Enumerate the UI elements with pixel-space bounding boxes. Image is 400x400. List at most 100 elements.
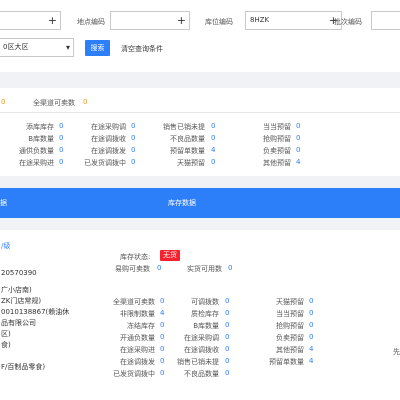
stat-value: 0 <box>296 146 301 154</box>
stat-value: 0 <box>211 158 216 166</box>
batch-code-input[interactable] <box>371 11 400 30</box>
warehouse-code-value: 8HZK <box>250 16 270 24</box>
stat-value: 0 <box>296 134 301 142</box>
saleable-label: 易购可卖数 <box>115 265 150 273</box>
detail-stat-label: 天猫预留 <box>276 298 304 306</box>
stat-value: 0 <box>59 134 64 142</box>
stat-value: 0 <box>59 146 64 154</box>
tab-inventory-data[interactable]: 库存数据 <box>168 188 196 218</box>
stock-status-badge: 无货 <box>160 250 180 261</box>
region-select[interactable]: 0区大区 ▾ <box>0 38 74 57</box>
detail-stat-value: 0 <box>309 333 314 341</box>
site-code-label: 地点编码 <box>77 18 105 26</box>
detail-stat-value: 0 <box>309 297 314 305</box>
detail-stat-label: 全渠道可卖数 <box>113 298 155 306</box>
detail-stat-label: 在途采购调 <box>184 334 219 342</box>
stat-label: 在途调拨发 <box>91 147 126 155</box>
detail-stat-label: 销售已销未提 <box>177 358 219 366</box>
detail-panel: /级 20570390 库存状态: 无货 易购可卖数 0 实货可用数 0 广小店… <box>0 230 400 400</box>
divider <box>0 112 400 113</box>
stat-value: 0 <box>131 158 136 166</box>
detail-stat-value: 4 <box>160 309 165 317</box>
stat-value: 0 <box>131 122 136 130</box>
stat-value: 0 <box>59 158 64 166</box>
stat-value: 0 <box>211 134 216 142</box>
stat-label: 抢购预留 <box>263 135 291 143</box>
clear-filters-link[interactable]: 清空查询条件 <box>121 44 163 54</box>
detail-stat-label: 当当预留 <box>276 310 304 318</box>
detail-stat-label: 已发货调拨中 <box>113 370 155 378</box>
stat-label: 在途采购进 <box>19 159 54 167</box>
stat-value: 4 <box>296 158 301 166</box>
detail-stat-value: 0 <box>225 297 230 305</box>
stat-value: 0 <box>211 122 216 130</box>
detail-stat-value: 0 <box>160 369 165 377</box>
stat-value: 0 <box>296 122 301 130</box>
detail-stat-value: 0 <box>225 309 230 317</box>
category-link[interactable]: /级 <box>1 241 10 251</box>
all-channel-value: 0 <box>83 98 88 106</box>
stat-label: 已发货调拨中 <box>84 159 126 167</box>
chevron-down-icon: ▾ <box>65 43 70 52</box>
detail-stat-value: 0 <box>160 321 165 329</box>
detail-stat-label: 负卖预留 <box>276 334 304 342</box>
detail-stat-value: 4 <box>309 357 314 365</box>
stat-label: 在途调拨收 <box>91 135 126 143</box>
detail-stat-value: 0 <box>225 333 230 341</box>
detail-stat-value: 0 <box>225 345 230 353</box>
detail-info-line: F/百制品零食) <box>1 363 46 371</box>
detail-info-line: 品有限公司 <box>1 319 36 327</box>
detail-stat-label: 非限制数量 <box>120 310 155 318</box>
stats-panel: 0 全渠道可卖数 0 添库库存 0 在途采购调 0 销售已销未提 0 当当预留 0 B库数量 0 在… <box>0 88 400 176</box>
detail-stat-value: 0 <box>309 321 314 329</box>
search-button[interactable]: 搜索 <box>85 40 110 56</box>
add-icon[interactable]: + <box>177 12 186 29</box>
detail-stat-label: 抢购预留 <box>276 322 304 330</box>
stat-label: 不良品数量 <box>170 135 205 143</box>
warehouse-code-input[interactable]: 8HZK + <box>245 11 342 30</box>
detail-info-line: 食) <box>1 341 11 349</box>
first-code-input[interactable]: + <box>0 11 61 30</box>
detail-info-line: 0010138867(赖油休 <box>1 308 70 316</box>
detail-stat-value: 0 <box>225 357 230 365</box>
product-code: 20570390 <box>1 269 37 277</box>
tab-left[interactable]: 据 <box>0 188 7 218</box>
all-channel-label: 全渠道可卖数 <box>33 99 75 107</box>
warehouse-code-label: 库位编码 <box>205 18 233 26</box>
detail-stat-label: 可调拨数 <box>191 298 219 306</box>
stat-label: B库数量 <box>28 135 54 143</box>
actual-available-label: 实货可用数 <box>187 265 222 273</box>
detail-info-line: 区) <box>1 330 11 338</box>
right-edge-label: 先 <box>393 348 400 356</box>
stat-label: 预留单数量 <box>170 147 205 155</box>
stat-label: 当当预留 <box>263 123 291 131</box>
detail-stat-label: 在途调拨发 <box>120 358 155 366</box>
stat-value: 0 <box>131 146 136 154</box>
filter-panel: + 地点编码 + 库位编码 8HZK + 批次编码 0区大区 ▾ 搜索 清空查询… <box>0 0 400 72</box>
detail-stat-label: 预留单数量 <box>269 358 304 366</box>
stat-value: 0 <box>59 122 64 130</box>
detail-stat-value: 0 <box>160 345 165 353</box>
stat-value: 0 <box>131 134 136 142</box>
batch-code-label: 批次编码 <box>334 18 362 26</box>
tab-bar: 据 库存数据 <box>0 188 400 218</box>
detail-stat-label: 质检库存 <box>191 310 219 318</box>
detail-stat-value: 0 <box>225 369 230 377</box>
detail-stat-label: 不良品数量 <box>184 370 219 378</box>
detail-stat-value: 0 <box>309 309 314 317</box>
detail-info-line: 广小店南) <box>1 286 32 294</box>
detail-stat-label: B库数量 <box>193 322 219 330</box>
summary-value: 0 <box>1 98 6 106</box>
detail-stat-value: 4 <box>309 345 314 353</box>
stat-label: 添库库存 <box>26 123 54 131</box>
detail-stat-label: 在途采购进 <box>120 346 155 354</box>
stat-label: 其他预留 <box>263 159 291 167</box>
detail-stat-label: 在途调拨收 <box>184 346 219 354</box>
detail-stat-value: 0 <box>160 357 165 365</box>
region-select-value: 0区大区 <box>3 43 29 51</box>
stat-label: 负卖预留 <box>263 147 291 155</box>
stat-label: 在途采购调 <box>91 123 126 131</box>
detail-stat-value: 0 <box>160 333 165 341</box>
add-icon[interactable]: + <box>48 12 57 29</box>
site-code-input[interactable]: + <box>110 11 190 30</box>
